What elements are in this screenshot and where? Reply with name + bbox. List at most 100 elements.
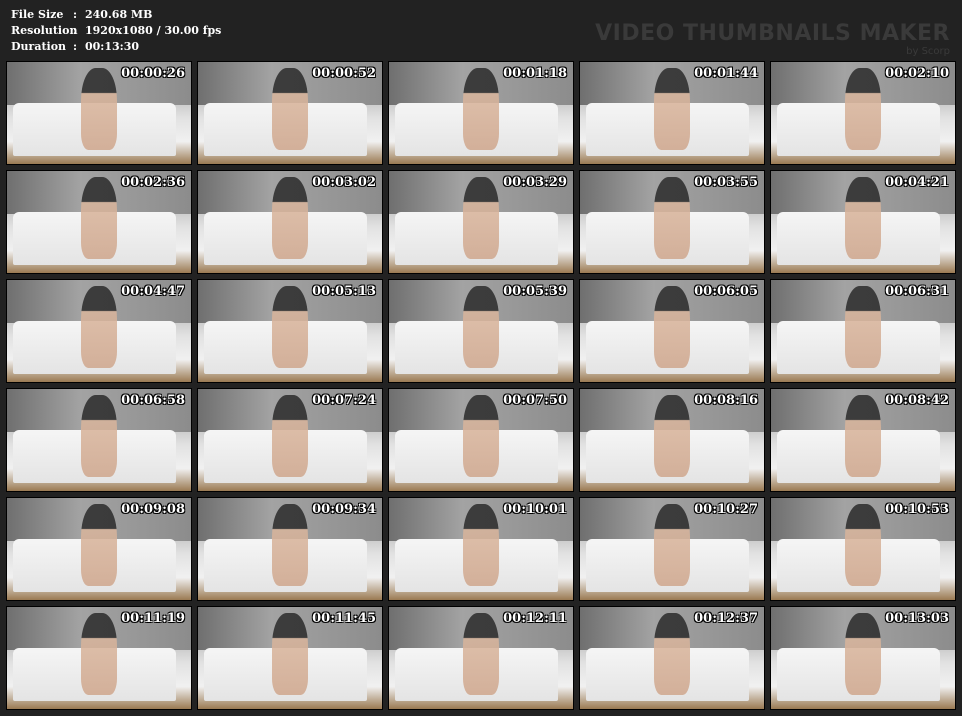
thumbnail-timestamp: 00:09:34 xyxy=(312,502,376,517)
file-size-label: File Size xyxy=(11,8,64,21)
thumbnail-timestamp: 00:10:53 xyxy=(885,502,949,517)
thumbnail-timestamp: 00:10:27 xyxy=(694,502,758,517)
thumbnail-timestamp: 00:12:37 xyxy=(694,611,758,626)
brand-title: VIDEO THUMBNAILS MAKER xyxy=(595,21,950,46)
video-thumbnail[interactable]: 00:03:02 xyxy=(197,170,383,274)
video-thumbnail[interactable]: 00:02:10 xyxy=(770,61,956,165)
brand-subtitle: by Scorp xyxy=(906,46,950,57)
thumbnail-figure xyxy=(462,286,500,368)
video-thumbnail[interactable]: 00:06:58 xyxy=(6,388,192,492)
thumbnail-timestamp: 00:06:31 xyxy=(885,284,949,299)
thumbnail-figure xyxy=(271,68,309,150)
duration-row: Duration : 00:13:30 xyxy=(11,39,221,55)
thumbnail-figure xyxy=(80,177,118,259)
thumbnail-figure xyxy=(80,613,118,695)
thumbnail-timestamp: 00:05:39 xyxy=(503,284,567,299)
thumbnail-figure xyxy=(462,68,500,150)
thumbnail-timestamp: 00:05:13 xyxy=(312,284,376,299)
thumbnail-timestamp: 00:03:55 xyxy=(694,175,758,190)
separator: : xyxy=(73,8,78,21)
separator: : xyxy=(73,24,78,37)
thumbnail-figure xyxy=(844,68,882,150)
video-thumbnail[interactable]: 00:03:55 xyxy=(579,170,765,274)
video-thumbnail[interactable]: 00:05:39 xyxy=(388,279,574,383)
thumbnail-figure xyxy=(271,286,309,368)
resolution-label: Resolution xyxy=(11,24,78,37)
video-thumbnail[interactable]: 00:13:03 xyxy=(770,606,956,710)
thumbnail-timestamp: 00:09:08 xyxy=(121,502,185,517)
video-thumbnail[interactable]: 00:05:13 xyxy=(197,279,383,383)
separator: : xyxy=(73,40,78,53)
video-thumbnail[interactable]: 00:08:42 xyxy=(770,388,956,492)
video-thumbnail[interactable]: 00:07:50 xyxy=(388,388,574,492)
thumbnail-timestamp: 00:12:11 xyxy=(503,611,567,626)
file-size-value: 240.68 MB xyxy=(85,8,153,21)
thumbnail-timestamp: 00:00:52 xyxy=(312,66,376,81)
thumbnail-figure xyxy=(653,286,691,368)
video-thumbnail[interactable]: 00:00:52 xyxy=(197,61,383,165)
file-info: File Size : 240.68 MB Resolution : 1920x… xyxy=(11,7,221,55)
video-thumbnail[interactable]: 00:11:45 xyxy=(197,606,383,710)
video-thumbnail[interactable]: 00:00:26 xyxy=(6,61,192,165)
thumbnail-figure xyxy=(271,504,309,586)
thumbnail-timestamp: 00:03:29 xyxy=(503,175,567,190)
thumbnail-figure xyxy=(80,395,118,477)
video-thumbnail[interactable]: 00:10:27 xyxy=(579,497,765,601)
duration-label: Duration xyxy=(11,40,67,53)
thumbnail-timestamp: 00:06:05 xyxy=(694,284,758,299)
thumbnail-figure xyxy=(80,68,118,150)
thumbnail-figure xyxy=(271,613,309,695)
thumbnail-figure xyxy=(271,395,309,477)
video-thumbnail[interactable]: 00:04:47 xyxy=(6,279,192,383)
video-thumbnail[interactable]: 00:06:31 xyxy=(770,279,956,383)
video-thumbnail[interactable]: 00:07:24 xyxy=(197,388,383,492)
video-thumbnail[interactable]: 00:10:01 xyxy=(388,497,574,601)
thumbnail-figure xyxy=(844,286,882,368)
resolution-row: Resolution : 1920x1080 / 30.00 fps xyxy=(11,23,221,39)
video-thumbnail[interactable]: 00:01:18 xyxy=(388,61,574,165)
video-thumbnail[interactable]: 00:09:08 xyxy=(6,497,192,601)
video-thumbnail[interactable]: 00:12:37 xyxy=(579,606,765,710)
thumbnail-figure xyxy=(462,395,500,477)
thumbnail-figure xyxy=(653,504,691,586)
video-thumbnail[interactable]: 00:04:21 xyxy=(770,170,956,274)
thumbnail-figure xyxy=(80,504,118,586)
thumbnail-figure xyxy=(462,177,500,259)
thumbnail-timestamp: 00:06:58 xyxy=(121,393,185,408)
thumbnail-timestamp: 00:03:02 xyxy=(312,175,376,190)
thumbnail-figure xyxy=(462,504,500,586)
thumbnail-figure xyxy=(653,613,691,695)
file-size-row: File Size : 240.68 MB xyxy=(11,7,221,23)
thumbnail-timestamp: 00:04:47 xyxy=(121,284,185,299)
thumbnail-timestamp: 00:01:44 xyxy=(694,66,758,81)
video-thumbnail[interactable]: 00:03:29 xyxy=(388,170,574,274)
video-thumbnail[interactable]: 00:09:34 xyxy=(197,497,383,601)
thumbnail-figure xyxy=(844,395,882,477)
thumbnail-figure xyxy=(844,504,882,586)
thumbnail-grid: 00:00:26 00:00:52 00:01:18 00:01:44 00:02:10… xyxy=(6,61,956,710)
video-thumbnail[interactable]: 00:12:11 xyxy=(388,606,574,710)
thumbnail-timestamp: 00:07:50 xyxy=(503,393,567,408)
thumbnail-timestamp: 00:04:21 xyxy=(885,175,949,190)
thumbnail-figure xyxy=(80,286,118,368)
video-thumbnail[interactable]: 00:06:05 xyxy=(579,279,765,383)
thumbnail-figure xyxy=(462,613,500,695)
thumbnail-figure xyxy=(653,68,691,150)
thumbnail-figure xyxy=(844,177,882,259)
thumbnail-timestamp: 00:11:45 xyxy=(312,611,376,626)
video-thumbnail[interactable]: 00:01:44 xyxy=(579,61,765,165)
thumbnail-timestamp: 00:02:36 xyxy=(121,175,185,190)
thumbnail-figure xyxy=(271,177,309,259)
duration-value: 00:13:30 xyxy=(85,40,140,53)
thumbnail-timestamp: 00:10:01 xyxy=(503,502,567,517)
resolution-value: 1920x1080 / 30.00 fps xyxy=(85,24,222,37)
thumbnail-figure xyxy=(844,613,882,695)
thumbnail-timestamp: 00:13:03 xyxy=(885,611,949,626)
video-thumbnail[interactable]: 00:10:53 xyxy=(770,497,956,601)
thumbnail-timestamp: 00:01:18 xyxy=(503,66,567,81)
video-thumbnail[interactable]: 00:11:19 xyxy=(6,606,192,710)
thumbnail-timestamp: 00:02:10 xyxy=(885,66,949,81)
thumbnail-timestamp: 00:00:26 xyxy=(121,66,185,81)
video-thumbnail[interactable]: 00:08:16 xyxy=(579,388,765,492)
video-thumbnail[interactable]: 00:02:36 xyxy=(6,170,192,274)
